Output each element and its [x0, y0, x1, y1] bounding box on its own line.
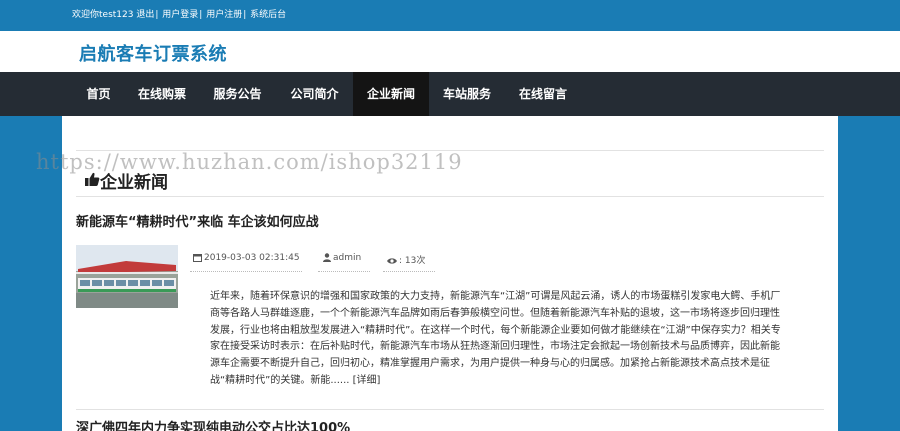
- news-title[interactable]: 深广佛四年内力争实现纯电动公交占比达100%: [76, 417, 350, 431]
- news-author: admin: [323, 253, 361, 263]
- nav-item-company-news[interactable]: 企业新闻: [353, 72, 429, 116]
- admin-link[interactable]: 系统后台: [250, 10, 286, 20]
- meta-divider: [318, 271, 370, 272]
- news-views-text: : 13次: [399, 256, 426, 266]
- meta-divider: [383, 271, 435, 272]
- separator: |: [155, 10, 159, 20]
- news-summary: 近年来，随着环保意识的增强和国家政策的大力支持，新能源汽车“江湖”可谓是风起云涌…: [210, 289, 784, 390]
- eye-icon: [387, 257, 397, 264]
- nav-item-station-service[interactable]: 车站服务: [429, 72, 505, 116]
- separator: |: [199, 10, 203, 20]
- news-summary-text: 近年来，随着环保意识的增强和国家政策的大力支持，新能源汽车“江湖”可谓是风起云涌…: [210, 291, 781, 386]
- site-header: 启航客车订票系统: [0, 31, 900, 72]
- logout-link[interactable]: 退出: [136, 10, 154, 20]
- divider: [76, 196, 824, 197]
- nav-item-message[interactable]: 在线留言: [505, 72, 581, 116]
- top-bar: 欢迎你test123 退出| 用户登录| 用户注册| 系统后台: [0, 0, 900, 31]
- top-bar-links: 欢迎你test123 退出| 用户登录| 用户注册| 系统后台: [72, 0, 286, 31]
- calendar-icon: [193, 254, 202, 262]
- news-date: 2019-03-03 02:31:45: [193, 253, 300, 263]
- welcome-text: 欢迎你test123: [72, 10, 134, 20]
- section-title: 企业新闻: [100, 173, 168, 193]
- site-title[interactable]: 启航客车订票系统: [79, 40, 227, 66]
- news-views: : 13次: [387, 253, 425, 266]
- nav-item-home[interactable]: 首页: [72, 72, 125, 116]
- nav-item-buy-ticket[interactable]: 在线购票: [125, 72, 199, 116]
- main-nav: 首页 在线购票 服务公告 公司简介 企业新闻 车站服务 在线留言: [0, 72, 900, 116]
- meta-divider: [190, 271, 302, 272]
- news-author-text: admin: [333, 253, 362, 263]
- divider: [76, 150, 824, 151]
- user-icon: [323, 253, 331, 262]
- news-date-text: 2019-03-03 02:31:45: [204, 253, 300, 263]
- read-more-link[interactable]: [详细]: [353, 375, 381, 386]
- divider: [76, 409, 824, 410]
- register-link[interactable]: 用户注册: [206, 10, 242, 20]
- news-image-photo: [76, 245, 178, 308]
- nav-item-announcements[interactable]: 服务公告: [199, 72, 276, 116]
- news-image[interactable]: [76, 245, 178, 308]
- news-title[interactable]: 新能源车“精耕时代”来临 车企该如何应战: [76, 211, 319, 230]
- thumbs-up-icon: [85, 172, 100, 186]
- nav-item-company-intro[interactable]: 公司简介: [276, 72, 353, 116]
- separator: |: [243, 10, 247, 20]
- login-link[interactable]: 用户登录: [162, 10, 198, 20]
